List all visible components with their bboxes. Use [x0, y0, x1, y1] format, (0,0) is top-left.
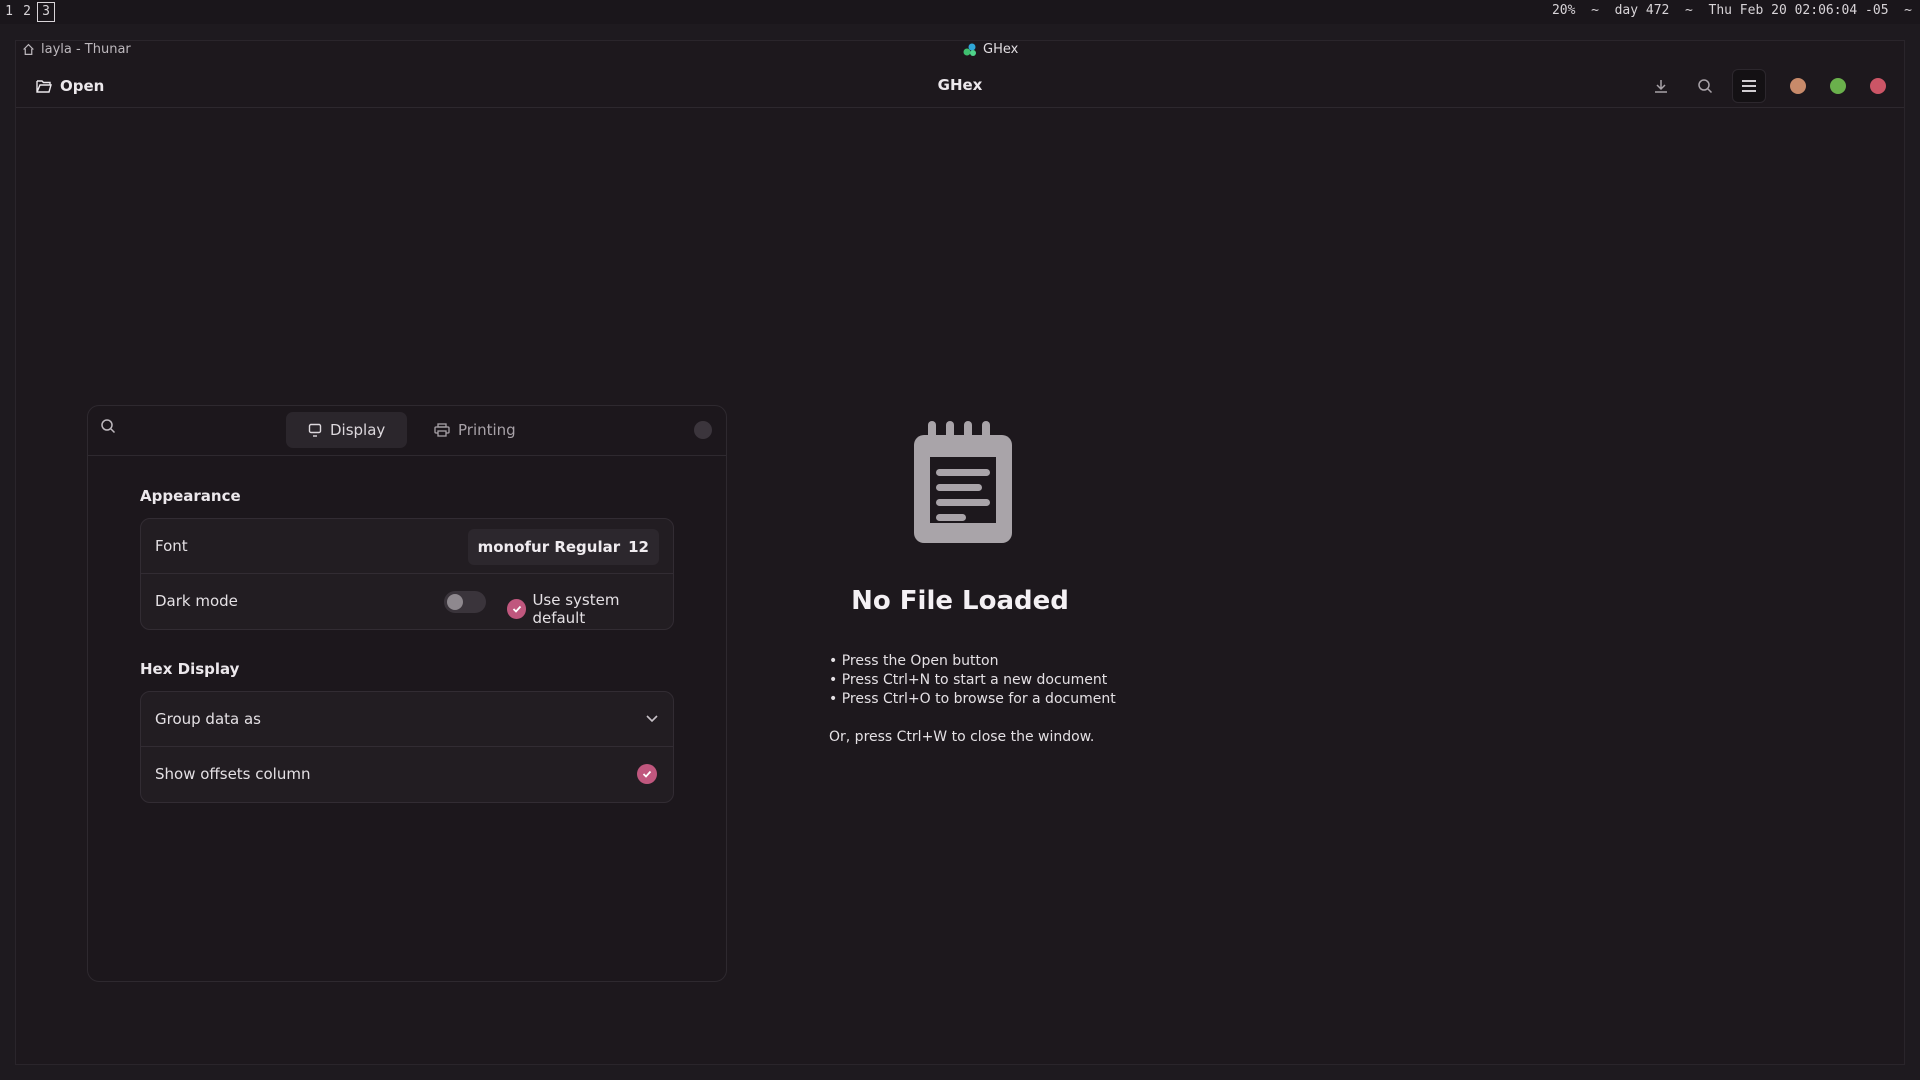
chevron-down-icon[interactable] — [645, 710, 659, 729]
hex-display-card: Group data as Show offsets column — [140, 691, 674, 803]
appearance-card: Font monofur Regular 12 Dark mode Use sy… — [140, 518, 674, 630]
checkmark-icon — [507, 599, 527, 619]
printer-icon — [434, 423, 450, 437]
workspace-1[interactable]: 1 — [0, 2, 18, 22]
instruction-item: • Press the Open button — [829, 653, 999, 669]
workspace-2[interactable]: 2 — [18, 2, 36, 22]
font-chooser-button[interactable]: monofur Regular 12 — [467, 529, 659, 565]
dark-mode-row: Dark mode Use system default — [141, 574, 673, 629]
close-window-hint: Or, press Ctrl+W to close the window. — [829, 729, 1095, 745]
maximize-button[interactable] — [1830, 78, 1846, 94]
header-bar: Open GHex — [16, 64, 1904, 108]
hex-display-section-title: Hex Display — [140, 660, 240, 678]
use-system-default-checkbox[interactable]: Use system default — [507, 591, 673, 627]
search-icon — [1698, 79, 1713, 94]
checkmark-icon — [642, 770, 652, 778]
header-title: GHex — [937, 76, 983, 94]
switch-knob — [447, 594, 463, 610]
find-button[interactable] — [1688, 69, 1722, 103]
font-row: Font monofur Regular 12 — [141, 519, 673, 574]
show-offsets-label: Show offsets column — [155, 765, 311, 783]
tab-printing[interactable]: Printing — [412, 412, 538, 448]
workspace-3[interactable]: 3 — [37, 2, 55, 22]
preferences-search-button[interactable] — [100, 418, 116, 438]
instructions-list: • Press the Open button • Press Ctrl+N t… — [829, 652, 1116, 709]
system-status-bar: 1 2 3 20% ~ day 472 ~ Thu Feb 20 02:06:0… — [0, 0, 1920, 24]
appearance-section-title: Appearance — [140, 487, 241, 505]
thunar-window-tab[interactable]: layla - Thunar — [22, 42, 131, 57]
group-data-row[interactable]: Group data as — [141, 692, 673, 747]
document-icon — [914, 421, 1012, 543]
instruction-item: • Press Ctrl+N to start a new document — [829, 672, 1108, 688]
preferences-close-button[interactable] — [694, 421, 712, 439]
monitor-icon — [308, 423, 322, 437]
ghex-window-tab[interactable]: GHex — [963, 42, 1018, 57]
font-label: Font — [155, 537, 188, 555]
tab-display[interactable]: Display — [286, 412, 408, 448]
preferences-dialog: Display Printing Appearance Font monofur… — [87, 405, 727, 982]
ghex-app-icon — [963, 43, 976, 56]
preferences-header: Display Printing — [88, 406, 726, 456]
no-file-loaded-title: No File Loaded — [851, 586, 1069, 616]
search-icon — [101, 419, 116, 434]
main-menu-button[interactable] — [1732, 69, 1766, 103]
save-button[interactable] — [1644, 69, 1678, 103]
status-text: 20% ~ day 472 ~ Thu Feb 20 02:06:04 -05 … — [1551, 3, 1912, 18]
hamburger-menu-icon — [1742, 80, 1756, 92]
tab-printing-label: Printing — [458, 421, 516, 439]
tab-display-label: Display — [330, 421, 386, 439]
show-offsets-checkbox[interactable] — [637, 764, 657, 784]
minimize-button[interactable] — [1790, 78, 1806, 94]
dark-mode-switch[interactable] — [444, 591, 486, 613]
show-offsets-row[interactable]: Show offsets column — [141, 747, 673, 802]
ghex-window-title: GHex — [983, 42, 1019, 57]
dark-mode-label: Dark mode — [155, 592, 238, 610]
instruction-item: • Press Ctrl+O to browse for a document — [829, 691, 1116, 707]
home-icon — [23, 43, 34, 55]
close-button[interactable] — [1870, 78, 1886, 94]
download-icon — [1655, 80, 1667, 93]
group-data-label: Group data as — [155, 710, 261, 728]
thunar-window-title: layla - Thunar — [41, 42, 131, 57]
font-size: 12 — [628, 538, 649, 556]
window-titlebar: layla - Thunar GHex — [16, 41, 1904, 61]
use-system-default-label: Use system default — [532, 591, 620, 627]
font-name: monofur Regular — [477, 538, 621, 556]
